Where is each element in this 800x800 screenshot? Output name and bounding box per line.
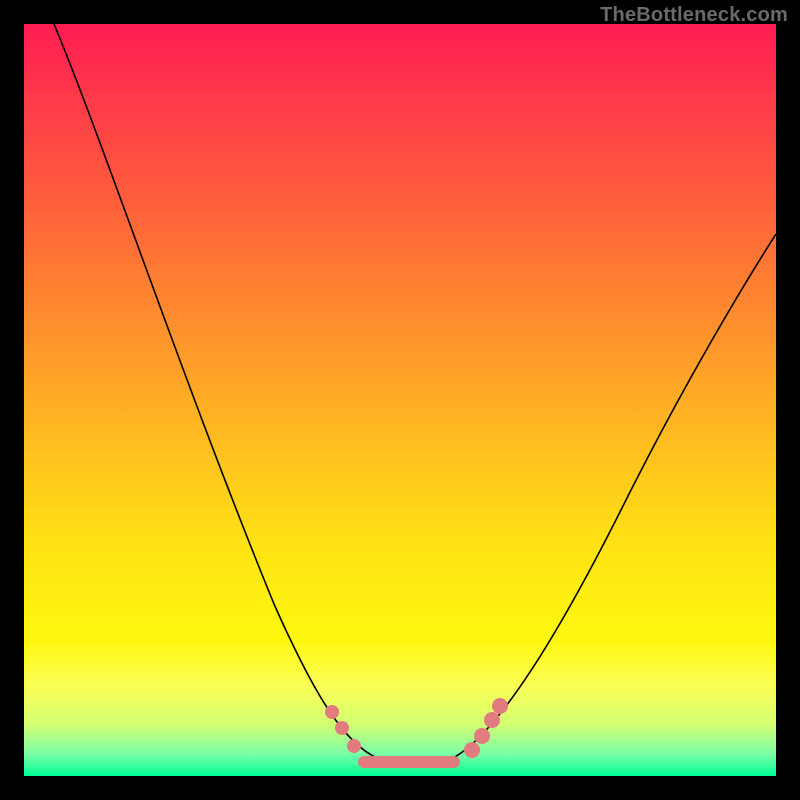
plot-area <box>24 24 776 776</box>
chart-frame: TheBottleneck.com <box>0 0 800 800</box>
marker-dot <box>335 721 349 735</box>
attribution-text: TheBottleneck.com <box>600 4 788 27</box>
marker-dot <box>474 728 490 744</box>
marker-dot <box>492 698 508 714</box>
bottleneck-curve <box>54 24 776 762</box>
marker-dot <box>484 712 500 728</box>
marker-dot <box>347 739 361 753</box>
marker-dot <box>325 705 339 719</box>
curve-layer <box>24 24 776 776</box>
marker-dot <box>464 742 480 758</box>
